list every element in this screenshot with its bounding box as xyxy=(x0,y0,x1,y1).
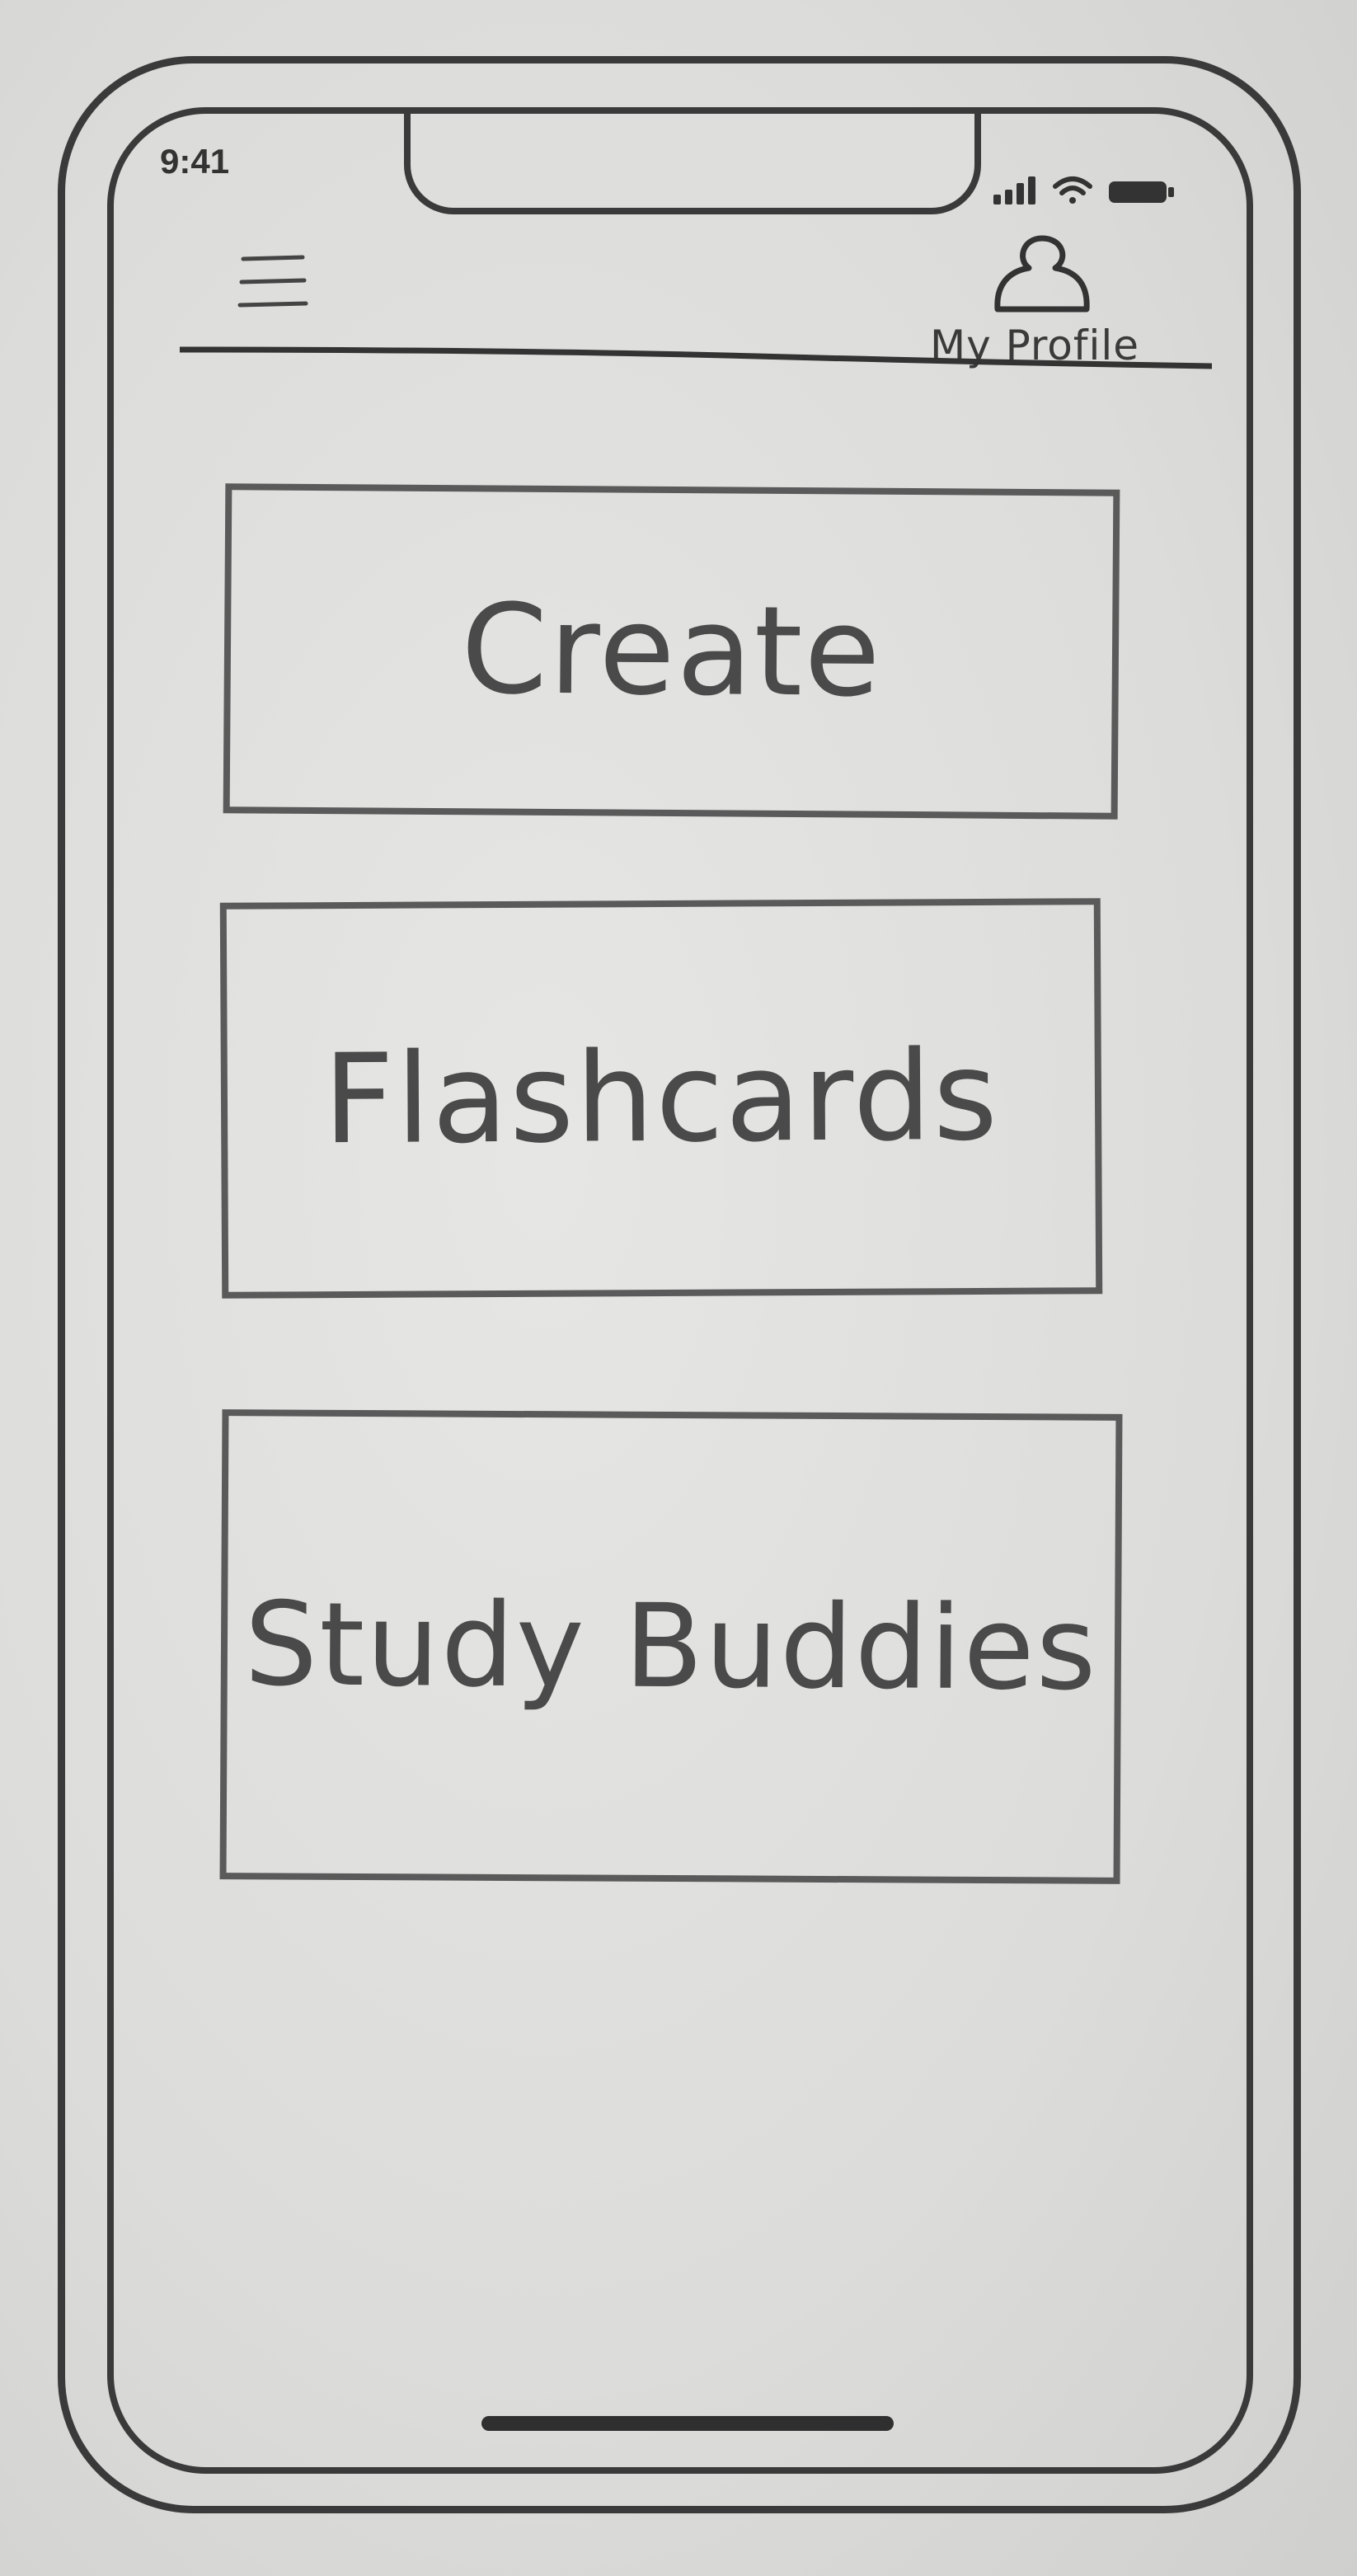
hamburger-menu-icon[interactable] xyxy=(235,247,314,313)
home-indicator[interactable] xyxy=(481,2416,894,2431)
flashcards-card-label: Flashcards xyxy=(322,1024,1000,1173)
wifi-icon xyxy=(1053,176,1092,204)
header-divider xyxy=(180,346,1212,369)
status-icons xyxy=(993,176,1174,204)
signal-icon xyxy=(993,176,1035,204)
flashcards-card-button[interactable]: Flashcards xyxy=(219,898,1103,1299)
study-buddies-card-label: Study Buddies xyxy=(243,1577,1099,1717)
status-time: 9:41 xyxy=(160,142,230,181)
user-silhouette-icon xyxy=(994,235,1090,313)
battery-icon xyxy=(1109,181,1174,203)
create-card-button[interactable]: Create xyxy=(223,483,1120,820)
create-card-label: Create xyxy=(460,578,883,725)
sketch-paper: 9:41 My Profile Create Flashcards Study … xyxy=(0,0,1357,2576)
phone-notch xyxy=(404,114,981,214)
study-buddies-card-button[interactable]: Study Buddies xyxy=(219,1409,1123,1884)
